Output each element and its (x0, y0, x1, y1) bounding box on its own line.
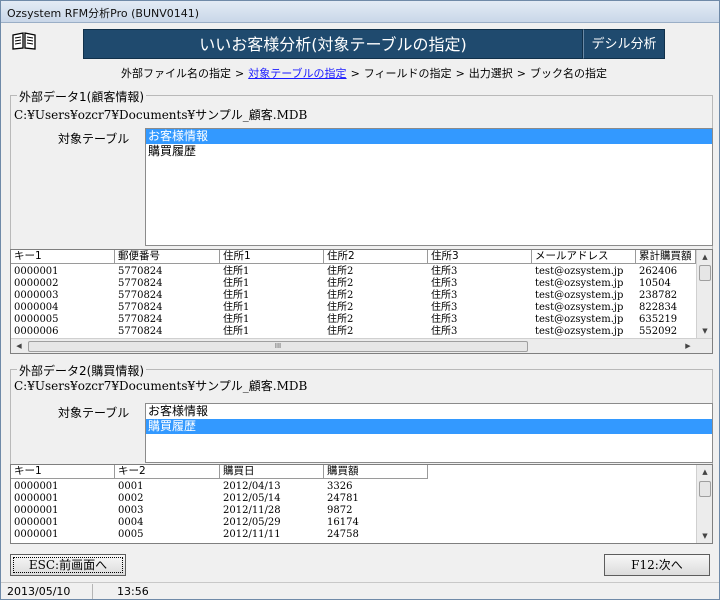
table-cell: 住所2 (327, 326, 354, 337)
column-header[interactable]: 累計購買額 (636, 250, 696, 264)
grid2-vertical-scrollbar[interactable]: ▲ ▼ (696, 465, 712, 543)
scroll-down-icon[interactable]: ▼ (697, 324, 712, 338)
status-time: 13:56 (117, 585, 149, 598)
table-cell: 住所3 (431, 326, 458, 337)
column-header[interactable]: メールアドレス (532, 250, 636, 264)
breadcrumb-step: 出力選択 (468, 67, 513, 80)
column-header[interactable]: 購買日 (220, 465, 324, 479)
column-header[interactable]: 購買額 (324, 465, 428, 479)
column-header[interactable]: キー1 (11, 465, 115, 479)
target-table-label-1: 対象テーブル (58, 132, 130, 146)
column-header[interactable]: 住所1 (220, 250, 324, 264)
table-cell: 552092 (639, 326, 678, 337)
scroll-thumb[interactable] (699, 481, 711, 497)
grid1-horizontal-scrollbar[interactable]: ◀ III ▶ (11, 338, 712, 353)
preview-grid-1: キー1 郵便番号 住所1 住所2 住所3 メールアドレス 累計購買額 ▲ ▼ ◀ III ▶… (10, 249, 713, 354)
column-header[interactable]: 郵便番号 (115, 250, 220, 264)
column-header[interactable]: 住所3 (428, 250, 532, 264)
book-icon (12, 32, 36, 50)
external-data-2-group: 外部データ2(購買情報) C:¥Users¥ozcr7¥Documents¥サン… (10, 362, 713, 467)
status-date: 2013/05/10 (3, 584, 93, 599)
breadcrumb-separator: > (350, 67, 360, 80)
scroll-thumb[interactable] (699, 265, 711, 281)
status-bar: 2013/05/10 13:56 (1, 582, 719, 599)
table-row[interactable]: 0000001 0005 2012/11/11 24758 (11, 528, 428, 541)
table-cell: 24758 (327, 529, 359, 540)
breadcrumb-step: 外部ファイル名の指定 (121, 67, 231, 80)
table-option[interactable]: 購買履歴 (146, 144, 712, 159)
table-cell: 0000001 (14, 529, 59, 540)
scroll-up-icon[interactable]: ▲ (697, 465, 712, 479)
target-table-label-2: 対象テーブル (58, 406, 130, 420)
scroll-right-icon[interactable]: ▶ (680, 339, 696, 353)
breadcrumb-separator: > (235, 67, 245, 80)
window-title: Ozsystem RFM分析Pro (BUNV0141) (7, 7, 200, 20)
table-row[interactable]: 0000006 5770824 住所1 住所2 住所3 test@ozsystem.jp 5… (11, 325, 696, 338)
table-option[interactable]: 購買履歴 (146, 419, 712, 434)
external-data-1-legend: 外部データ1(顧客情報) (17, 88, 146, 105)
external-data-2-path: C:¥Users¥ozcr7¥Documents¥サンプル_顧客.MDB (14, 379, 308, 393)
table-cell: 0005 (118, 529, 144, 540)
breadcrumb-step: フィールドの指定 (363, 67, 452, 80)
breadcrumb-step: 対象テーブルの指定 (248, 67, 347, 80)
breadcrumb: 外部ファイル名の指定 > 対象テーブルの指定 > フィールドの指定 > 出力選択 > ブック名の… (121, 65, 681, 81)
table-option[interactable]: お客様情報 (146, 129, 712, 144)
target-table-listbox-2[interactable]: お客様情報 購買履歴 (145, 403, 713, 463)
table-cell: 住所1 (223, 326, 250, 337)
back-button[interactable]: ESC:前画面へ (10, 554, 126, 576)
scroll-left-icon[interactable]: ◀ (11, 339, 27, 353)
table-cell: 5770824 (118, 326, 163, 337)
external-data-1-path: C:¥Users¥ozcr7¥Documents¥サンプル_顧客.MDB (14, 108, 308, 122)
table-cell: test@ozsystem.jp (535, 326, 624, 337)
target-table-listbox-1[interactable]: お客様情報 購買履歴 (145, 128, 713, 246)
column-header[interactable]: 住所2 (324, 250, 428, 264)
table-option[interactable]: お客様情報 (146, 404, 712, 419)
table-cell: 0000006 (14, 326, 59, 337)
grid-header-1: キー1 郵便番号 住所1 住所2 住所3 メールアドレス 累計購買額 (11, 250, 696, 264)
app-window: Ozsystem RFM分析Pro (BUNV0141) いいお客様分析(対象テ… (0, 0, 720, 600)
column-header[interactable]: キー1 (11, 250, 115, 264)
grid1-vertical-scrollbar[interactable]: ▲ ▼ (696, 250, 712, 338)
scroll-thumb-horizontal[interactable]: III (28, 341, 528, 352)
breadcrumb-separator: > (516, 67, 526, 80)
next-button[interactable]: F12:次へ (604, 554, 710, 576)
breadcrumb-step: ブック名の指定 (530, 67, 607, 80)
breadcrumb-separator: > (455, 67, 465, 80)
column-header[interactable]: キー2 (115, 465, 220, 479)
decile-analysis-label: デシル分析 (583, 29, 665, 59)
table-cell: 2012/11/11 (223, 529, 281, 540)
title-bar: Ozsystem RFM分析Pro (BUNV0141) (1, 1, 719, 23)
header-title: いいお客様分析(対象テーブルの指定) (83, 29, 583, 59)
grid-header-2: キー1 キー2 購買日 購買額 (11, 465, 428, 479)
scroll-down-icon[interactable]: ▼ (697, 529, 712, 543)
scroll-up-icon[interactable]: ▲ (697, 250, 712, 264)
preview-grid-2: キー1 キー2 購買日 購買額 ▲ ▼ 0000001 0001 2012/04/13 33… (10, 464, 713, 544)
